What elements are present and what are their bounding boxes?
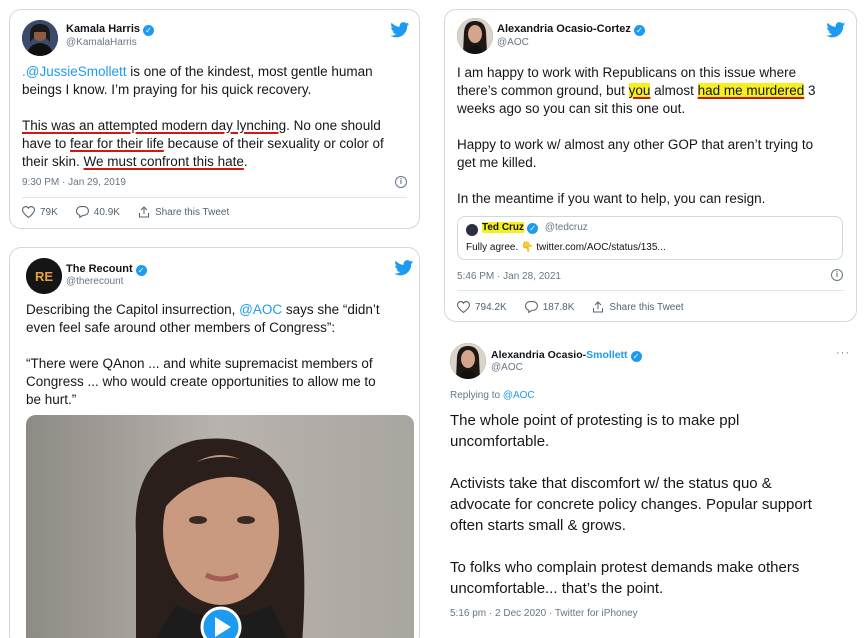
tweet-card-recount[interactable]: RE The Recount ✓ @therecount Describing t… — [9, 247, 420, 638]
quoted-avatar — [466, 224, 478, 236]
author-name[interactable]: Alexandria Ocasio-Smollett ✓ — [491, 349, 642, 362]
verified-badge-icon: ✓ — [630, 351, 642, 362]
share-icon — [593, 301, 604, 313]
like-button[interactable]: 794.2K — [457, 301, 507, 313]
tweet-timestamp[interactable]: 9:30 PM · Jan 29, 2019 — [22, 177, 126, 188]
author-name[interactable]: The Recount ✓ — [66, 263, 147, 276]
tweet-text: Describing the Capitol insurrection, @AO… — [26, 302, 380, 407]
avatar[interactable]: RE — [26, 258, 62, 294]
reply-button[interactable]: 187.8K — [524, 301, 574, 313]
divider — [457, 290, 844, 291]
verified-badge-icon: ✓ — [527, 223, 539, 234]
share-button[interactable]: Share this Tweet — [592, 301, 684, 313]
author-handle[interactable]: @AOC — [497, 37, 529, 48]
tweet-actions: 794.2K 187.8K Share this Tweet — [457, 301, 702, 313]
author-handle[interactable]: @AOC — [491, 362, 523, 373]
like-button[interactable]: 79K — [22, 206, 58, 218]
tweet-panel-parody[interactable]: Alexandria Ocasio-Smollett ✓ @AOC ··· Rep… — [444, 335, 857, 638]
comment-icon — [524, 301, 538, 313]
video-frame-image — [26, 415, 414, 638]
author-handle[interactable]: @KamalaHarris — [66, 37, 137, 48]
twitter-logo-icon[interactable] — [826, 22, 846, 38]
tweet-timestamp[interactable]: 5:46 PM · Jan 28, 2021 — [457, 271, 561, 282]
share-button[interactable]: Share this Tweet — [138, 206, 229, 218]
recount-logo: RE — [35, 269, 53, 284]
video-thumbnail[interactable] — [26, 415, 414, 638]
comment-icon — [75, 206, 89, 218]
info-icon[interactable]: i — [395, 176, 407, 188]
mention-link[interactable]: @AOC — [239, 302, 282, 317]
heart-icon — [22, 206, 35, 218]
author-handle[interactable]: @therecount — [66, 276, 123, 287]
tweet-card-aoc[interactable]: Alexandria Ocasio-Cortez ✓ @AOC I am happ… — [444, 9, 857, 322]
verified-badge-icon: ✓ — [143, 25, 154, 36]
tweet-card-harris[interactable]: Kamala Harris ✓ @KamalaHarris .@JussieSmo… — [9, 9, 420, 229]
share-icon — [138, 206, 149, 218]
tweet-timestamp[interactable]: 5:16 pm · 2 Dec 2020 · Twitter for iPhon… — [450, 608, 638, 619]
tweet-text: I am happy to work with Republicans on t… — [457, 65, 816, 206]
tweet-actions: 79K 40.9K Share this Tweet — [22, 206, 247, 218]
tweet-text: The whole point of protesting is to make… — [450, 412, 812, 597]
twitter-logo-icon[interactable] — [390, 22, 410, 38]
avatar[interactable] — [457, 18, 493, 54]
info-icon[interactable]: i — [831, 269, 843, 281]
twitter-logo-icon[interactable] — [394, 260, 414, 276]
tweet-text: .@JussieSmollett is one of the kindest, … — [22, 64, 384, 169]
mention-link[interactable]: .@JussieSmollett — [22, 64, 127, 79]
replying-to: Replying to @AOC — [450, 390, 535, 401]
divider — [22, 197, 407, 198]
replying-to-link[interactable]: @AOC — [503, 390, 535, 401]
reply-button[interactable]: 40.9K — [75, 206, 120, 218]
verified-badge-icon: ✓ — [633, 25, 645, 36]
quoted-tweet[interactable]: Ted Cruz ✓ @tedcruz Fully agree. 👇 twitte… — [457, 216, 843, 260]
avatar[interactable] — [22, 20, 58, 56]
avatar[interactable] — [450, 343, 486, 379]
author-name[interactable]: Kamala Harris ✓ — [66, 23, 154, 36]
verified-badge-icon: ✓ — [135, 265, 147, 276]
author-name[interactable]: Alexandria Ocasio-Cortez ✓ — [497, 23, 645, 36]
quoted-author: Ted Cruz ✓ @tedcruz — [482, 222, 588, 234]
more-options-icon[interactable]: ··· — [836, 347, 850, 359]
heart-icon — [457, 301, 470, 313]
quoted-text: Fully agree. 👇 twitter.com/AOC/status/13… — [466, 242, 666, 253]
